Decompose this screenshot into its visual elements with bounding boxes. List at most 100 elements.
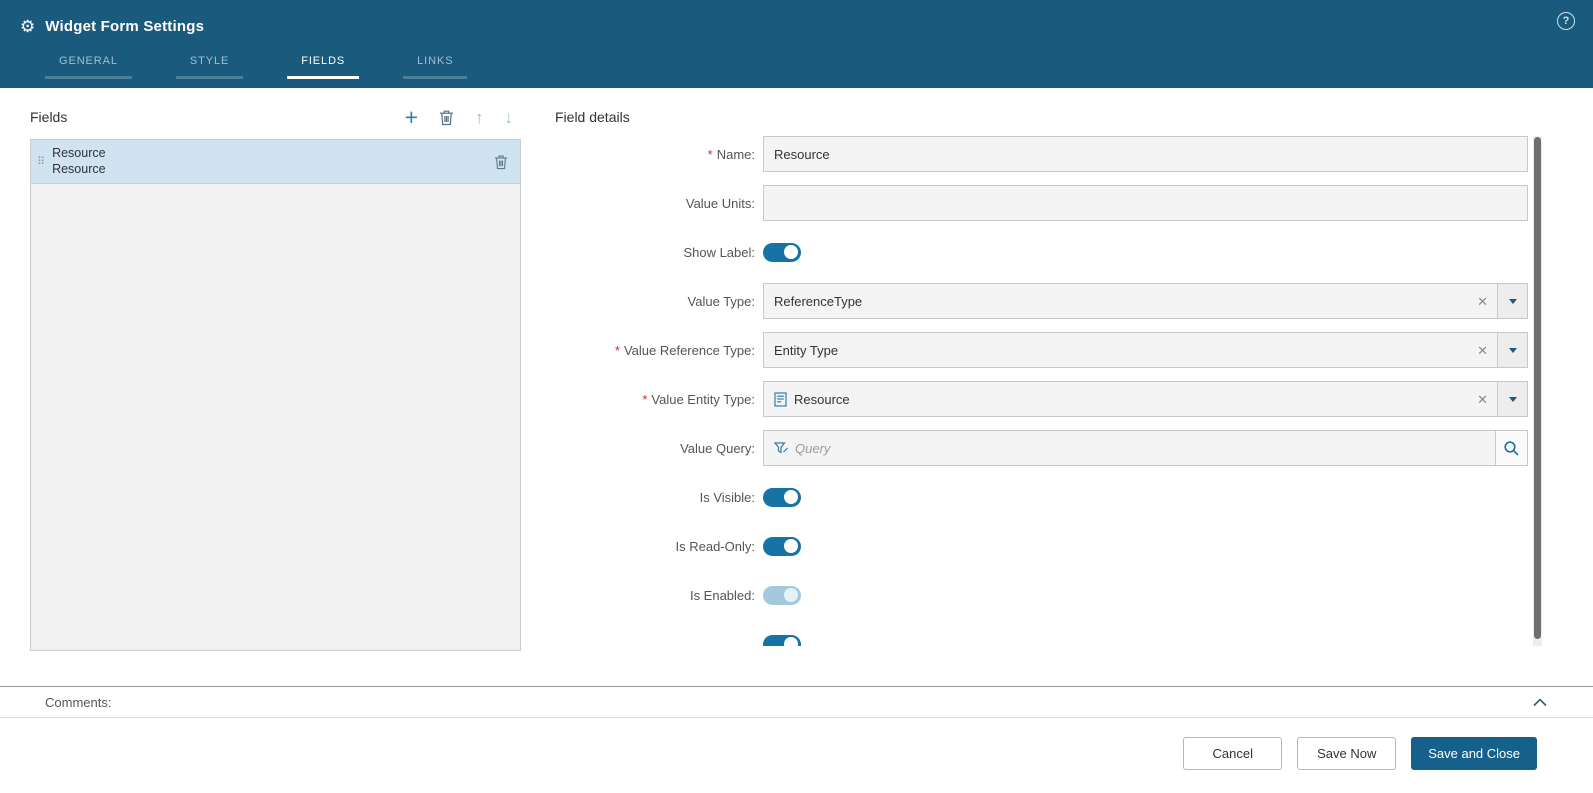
name-label: * Name: [555,147,763,162]
query-search-button[interactable] [1495,431,1527,465]
field-details-form: * Name: * Value Units: [555,136,1542,646]
value-query-label: * Value Query: [555,441,763,456]
name-input[interactable] [763,136,1528,172]
is-visible-toggle[interactable] [763,487,801,507]
toggle-knob [784,539,798,553]
label-text: Is Visible: [699,489,755,505]
value-type-combo[interactable]: ReferenceType ✕ [763,283,1528,319]
help-icon[interactable]: ? [1557,12,1575,30]
label-text: Value Entity Type: [651,391,755,407]
value-query-control [763,430,1528,466]
dropdown-arrow-button[interactable] [1497,333,1527,367]
is-visible-label: * Is Visible: [555,490,763,505]
dialog-header: ⚙ Widget Form Settings ? GENERAL STYLE F… [0,0,1593,88]
show-label-control [763,242,1528,262]
chevron-down-icon [1508,347,1517,353]
chevron-down-icon [1508,298,1517,304]
tab-general[interactable]: GENERAL [45,55,132,79]
delete-field-button[interactable] [439,109,454,126]
form-row-is-enabled: * Is Enabled: [555,577,1528,613]
form-row-name: * Name: [555,136,1528,172]
fields-list: ⠿ Resource Resource [30,139,521,651]
fields-toolbar: + ↑ ↓ [405,105,521,129]
move-field-up-button[interactable]: ↑ [475,109,484,126]
is-read-only-toggle[interactable] [763,536,801,556]
search-icon [1504,440,1519,456]
save-now-button[interactable]: Save Now [1297,737,1397,770]
name-control [763,136,1528,172]
add-field-button[interactable]: + [405,105,418,129]
toggle-knob [784,490,798,504]
chevron-up-icon [1533,697,1547,706]
details-panel-head: Field details [555,104,1542,130]
label-text: Value Type: [687,293,755,309]
tab-fields[interactable]: FIELDS [287,55,360,79]
dropdown-arrow-button[interactable] [1497,284,1527,318]
collapse-comments-button[interactable] [1531,696,1549,709]
value-entity-type-combo[interactable]: Resource ✕ [763,381,1528,417]
is-read-only-control [763,536,1528,556]
scrollbar-thumb[interactable] [1534,137,1541,639]
is-enabled-control [763,585,1528,605]
list-item-line1: Resource [52,145,106,160]
page-title: Widget Form Settings [45,17,205,35]
partial-toggle[interactable] [763,634,801,646]
entity-type-icon [774,391,787,407]
value-entity-type-label: * Value Entity Type: [555,392,763,407]
form-row-value-entity-type: * Value Entity Type: Resource ✕ [555,381,1528,417]
show-label-toggle[interactable] [763,242,801,262]
value-reference-type-control: Entity Type ✕ [763,332,1528,368]
tab-links[interactable]: LINKS [403,55,468,79]
form-row-is-visible: * Is Visible: [555,479,1528,515]
drag-handle-icon[interactable]: ⠿ [37,155,45,168]
widget-form-settings-dialog: ⚙ Widget Form Settings ? GENERAL STYLE F… [0,0,1593,789]
combo-value: ReferenceType [774,293,863,309]
required-asterisk: * [642,391,648,407]
trash-icon [440,110,453,125]
tab-bar: GENERAL STYLE FIELDS LINKS [45,55,1573,79]
clear-icon[interactable]: ✕ [1468,344,1497,357]
delete-item-button[interactable] [492,154,510,170]
value-reference-type-label: * Value Reference Type: [555,343,763,358]
form-row-is-read-only: * Is Read-Only: [555,528,1528,564]
form-row-show-label: * Show Label: [555,234,1528,270]
value-entity-type-control: Resource ✕ [763,381,1528,417]
clear-icon[interactable]: ✕ [1468,295,1497,308]
value-reference-type-combo[interactable]: Entity Type ✕ [763,332,1528,368]
toggle-knob [784,637,798,646]
comments-label: Comments: [45,694,112,710]
tab-style[interactable]: STYLE [175,55,244,79]
toggle-knob [784,588,798,602]
combo-value: Entity Type [774,342,839,358]
value-type-label: * Value Type: [555,294,763,309]
list-item-resource[interactable]: ⠿ Resource Resource [31,140,520,184]
is-visible-control [763,487,1528,507]
combo-value: Resource [794,391,850,407]
chevron-down-icon [1508,396,1517,402]
is-enabled-toggle[interactable] [763,585,801,605]
value-units-input[interactable] [763,185,1528,221]
label-text: Is Enabled: [689,587,755,603]
main-content: Fields + ↑ ↓ ⠿ Resource Resource Field d… [0,88,1593,686]
fields-panel-title: Fields [30,109,68,125]
move-field-down-button[interactable]: ↓ [505,109,514,126]
cancel-button[interactable]: Cancel [1183,737,1283,770]
form-row-partial [555,626,1528,646]
value-units-label: * Value Units: [555,196,763,211]
clear-icon[interactable]: ✕ [1468,393,1497,406]
label-text: Value Reference Type: [623,342,755,358]
value-units-control [763,185,1528,221]
save-and-close-button[interactable]: Save and Close [1411,737,1537,770]
title-row: ⚙ Widget Form Settings [20,11,1573,41]
value-query-input[interactable] [795,431,1495,465]
list-item-text: Resource Resource [52,146,106,177]
label-text: Value Units: [685,195,755,211]
show-label-label: * Show Label: [555,245,763,260]
trash-icon [494,155,508,169]
dropdown-arrow-button[interactable] [1497,382,1527,416]
field-details-panel: Field details * Name: * [555,104,1542,686]
label-text: Name: [716,146,755,162]
partial-control [763,634,1528,646]
combo-value-with-icon: Resource [764,392,1468,407]
comments-bar: Comments: [0,686,1593,718]
